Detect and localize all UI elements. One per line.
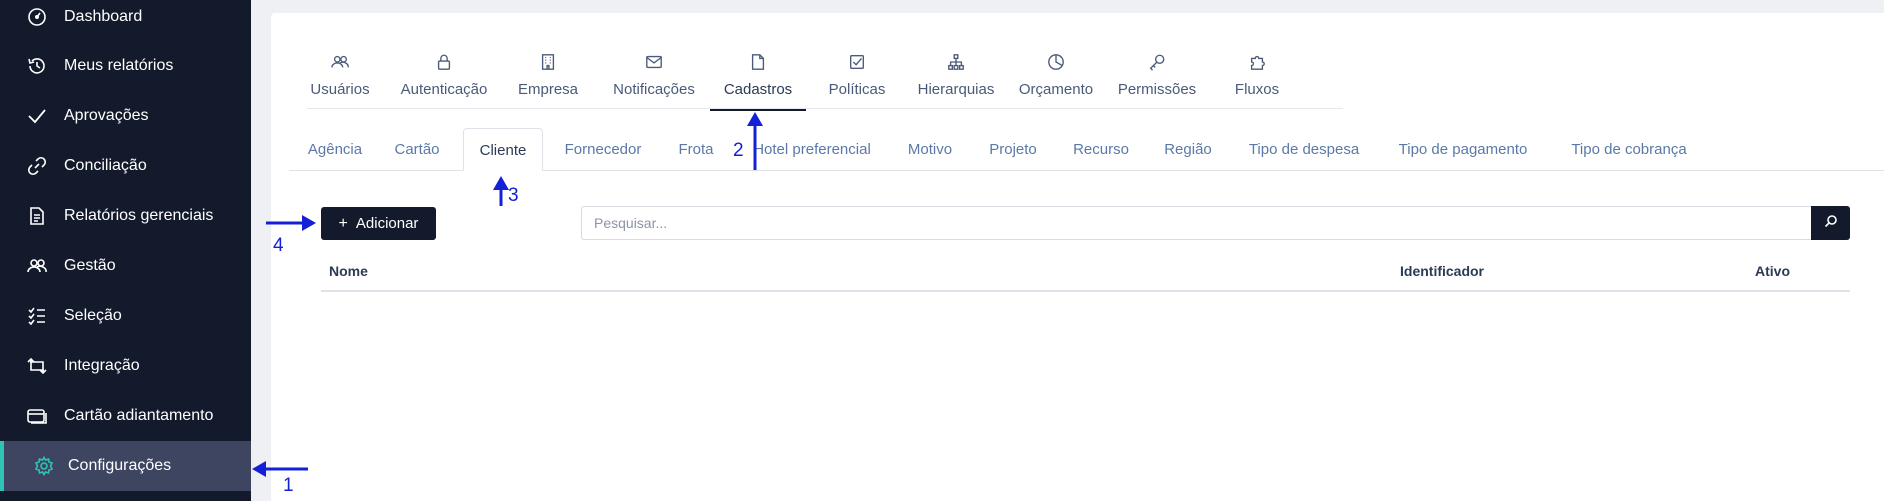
annotation-number-2: 2 <box>733 140 744 161</box>
annotation-arrow-2 <box>747 112 763 170</box>
annotation-number-1: 1 <box>283 475 294 496</box>
annotation-arrow-3 <box>493 176 509 206</box>
annotation-number-3: 3 <box>508 185 519 206</box>
annotation-number-4: 4 <box>273 235 284 256</box>
annotation-arrow-1 <box>252 461 308 477</box>
annotation-arrow-4 <box>266 215 316 231</box>
